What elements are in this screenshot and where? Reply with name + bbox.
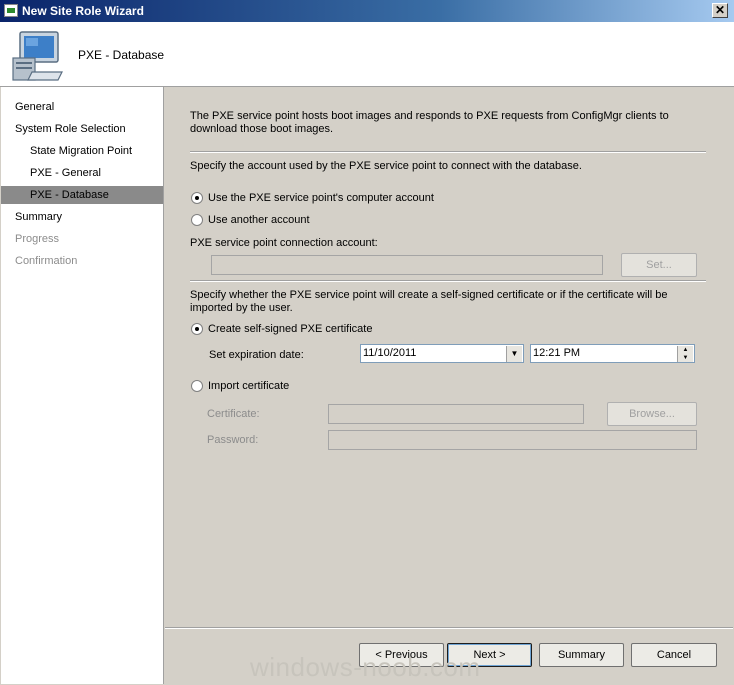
expiration-time-value: 12:21 PM (533, 347, 581, 359)
watermark: windows-noob.com (250, 652, 481, 682)
password-field (328, 430, 697, 450)
summary-button[interactable]: Summary (539, 643, 624, 667)
radio-another-account-label[interactable]: Use another account (208, 214, 310, 227)
divider (190, 280, 706, 282)
connection-account-field (211, 255, 603, 275)
set-button: Set... (621, 253, 697, 277)
wizard-header: PXE - Database (0, 22, 734, 87)
radio-computer-account-label[interactable]: Use the PXE service point's computer acc… (208, 192, 434, 205)
cert-prompt-line2: imported by the user. (190, 302, 293, 314)
radio-import-certificate-label[interactable]: Import certificate (208, 380, 289, 393)
sidebar-item-general[interactable]: General (1, 98, 163, 116)
account-prompt: Specify the account used by the PXE serv… (190, 160, 582, 172)
spin-down-icon[interactable]: ▼ (677, 354, 693, 362)
cert-prompt-line1: Specify whether the PXE service point wi… (190, 289, 668, 301)
sidebar-item-progress: Progress (15, 233, 60, 245)
expiration-label: Set expiration date: (209, 349, 304, 361)
sidebar-item-summary[interactable]: Summary (1, 208, 163, 226)
footer-divider (165, 627, 733, 629)
sidebar-item-pxe-database[interactable]: PXE - Database (1, 186, 163, 204)
radio-another-account[interactable] (191, 214, 203, 226)
expiration-time-picker[interactable]: 12:21 PM ▲ ▼ (530, 344, 695, 363)
sidebar-item-confirmation: Confirmation (15, 255, 78, 267)
close-button[interactable]: ✕ (712, 3, 728, 18)
password-label: Password: (207, 434, 259, 446)
radio-import-certificate[interactable] (191, 380, 203, 392)
spin-up-icon[interactable]: ▲ (677, 346, 693, 354)
sidebar-item-state-migration-point[interactable]: State Migration Point (1, 142, 163, 160)
chevron-down-icon[interactable]: ▼ (506, 346, 522, 362)
sidebar-item-pxe-general[interactable]: PXE - General (1, 164, 163, 182)
computer-icon (12, 31, 63, 81)
wizard-steps-sidebar: General System Role Selection State Migr… (1, 87, 164, 684)
title-bar: New Site Role Wizard ✕ (0, 0, 734, 22)
intro-text-line1: The PXE service point hosts boot images … (190, 110, 669, 122)
app-icon (4, 4, 18, 17)
radio-computer-account[interactable] (191, 192, 203, 204)
radio-self-signed[interactable] (191, 323, 203, 335)
divider (190, 151, 706, 153)
page-title: PXE - Database (78, 48, 165, 62)
expiration-date-value: 11/10/2011 (363, 347, 417, 359)
window-title: New Site Role Wizard (22, 4, 144, 18)
certificate-field (328, 404, 584, 424)
browse-button: Browse... (607, 402, 697, 426)
expiration-date-picker[interactable]: 11/10/2011 ▼ (360, 344, 524, 363)
sidebar-item-system-role-selection[interactable]: System Role Selection (1, 120, 163, 138)
radio-self-signed-label[interactable]: Create self-signed PXE certificate (208, 323, 372, 336)
connection-account-label: PXE service point connection account: (190, 237, 378, 249)
intro-text-line2: download those boot images. (190, 123, 334, 135)
cancel-button[interactable]: Cancel (631, 643, 717, 667)
certificate-label: Certificate: (207, 408, 260, 420)
